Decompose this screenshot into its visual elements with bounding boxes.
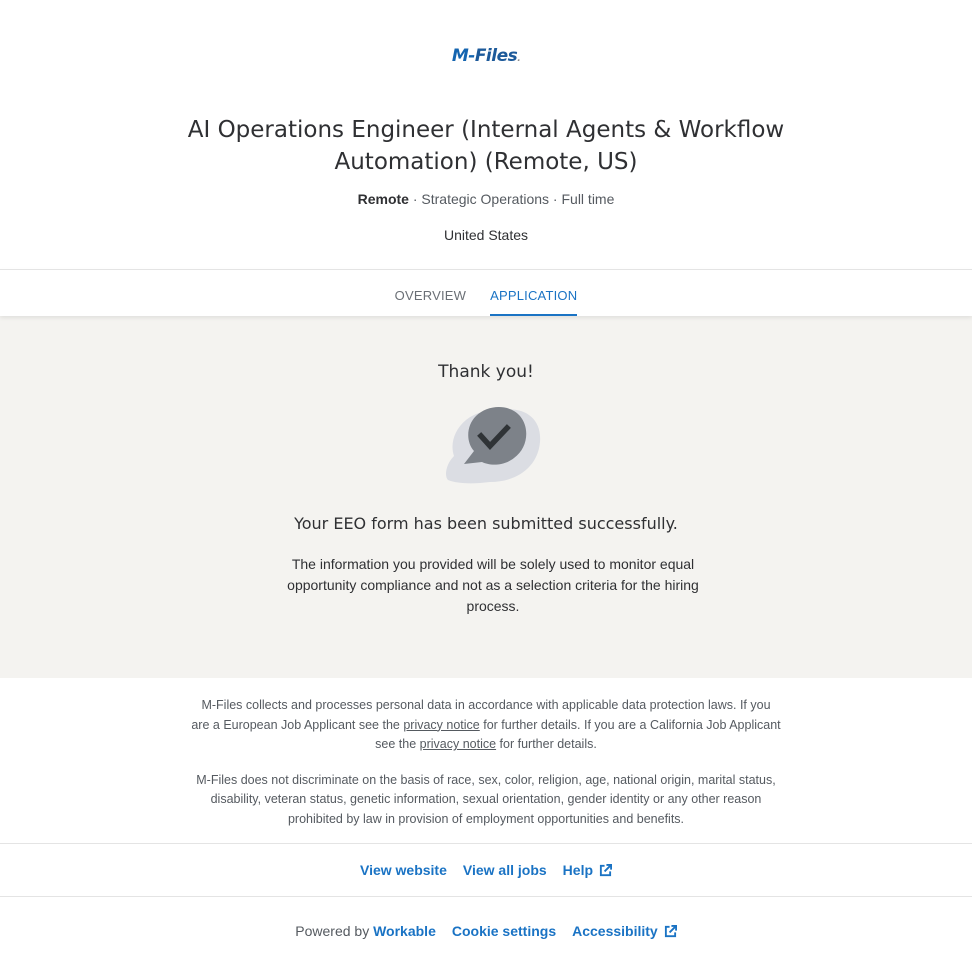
job-workplace: Remote [357,191,409,207]
job-meta: Remote · Strategic Operations · Full tim… [357,191,615,207]
job-title: AI Operations Engineer (Internal Agents … [187,117,785,175]
cookie-settings-link[interactable]: Cookie settings [452,923,556,939]
confirmation-panel: Thank you! Your EEO form has been submit… [0,316,972,678]
success-message: Your EEO form has been submitted success… [294,514,678,533]
view-website-link[interactable]: View website [360,862,447,878]
external-link-icon [599,863,613,876]
job-location: United States [443,227,529,243]
job-header: M-Files. AI Operations Engineer (Interna… [0,0,972,269]
tab-application[interactable]: APPLICATION [490,270,578,316]
job-type: Full time [561,191,615,207]
workable-link[interactable]: Workable [373,923,436,939]
powered-by-bar: Powered by Workable Cookie settings Acce… [0,897,972,965]
footer-links: View website View all jobs Help [0,844,972,897]
tab-bar: OVERVIEW APPLICATION [0,269,972,316]
confirmation-title: Thank you! [438,362,534,382]
confirmation-details: The information you provided will be sol… [287,556,699,614]
check-bubble-icon [446,407,541,484]
tab-overview[interactable]: OVERVIEW [395,270,466,316]
privacy-notice-link-ca[interactable]: privacy notice [420,737,496,751]
privacy-paragraph: M-Files collects and processes personal … [191,698,781,751]
accessibility-link[interactable]: Accessibility [572,923,677,939]
legal-section: M-Files collects and processes personal … [0,678,972,844]
company-logo[interactable]: M-Files. [0,46,972,66]
privacy-notice-link-eu[interactable]: privacy notice [403,718,479,732]
eeo-statement: M-Files does not discriminate on the bas… [196,772,776,826]
job-department: Strategic Operations [421,191,550,207]
external-link-icon [664,924,677,937]
view-all-jobs-link[interactable]: View all jobs [463,862,547,878]
help-link[interactable]: Help [563,862,613,878]
